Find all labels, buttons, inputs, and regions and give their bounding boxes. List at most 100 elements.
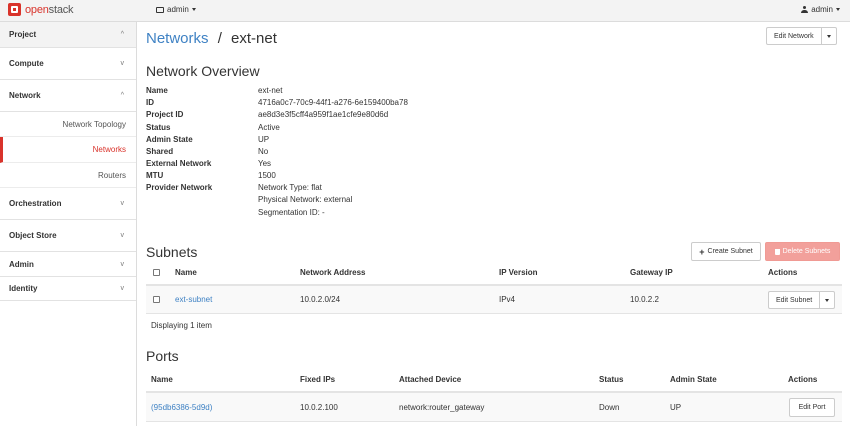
subnet-network-address: 10.0.2.0/24 — [300, 295, 341, 304]
table-row: ext-subnet 10.0.2.0/24 IPv4 10.0.2.2 Edi… — [146, 286, 842, 314]
overview-key: Status — [146, 123, 171, 132]
column-header-gateway-ip[interactable]: Gateway IP — [630, 260, 673, 284]
sidebar-section-label: Orchestration — [9, 199, 62, 208]
overview-key: Admin State — [146, 135, 193, 144]
overview-key: Name — [146, 86, 168, 95]
breadcrumb: Networks / ext-net — [146, 30, 277, 47]
brand-name: openstack — [25, 3, 74, 16]
edit-subnet-button[interactable]: Edit Subnet — [769, 292, 821, 308]
openstack-logo-icon — [8, 3, 21, 16]
sidebar-section-orchestration[interactable]: Orchestration v — [0, 188, 136, 220]
column-header-name[interactable]: Name — [175, 260, 197, 284]
column-header-attached-device[interactable]: Attached Device — [399, 367, 461, 391]
chevron-down-icon: v — [120, 260, 125, 268]
overview-key: Shared — [146, 147, 174, 156]
sidebar-item-network-topology[interactable]: Network Topology — [0, 112, 136, 137]
overview-row-admin-state: Admin State UP — [146, 135, 269, 147]
overview-value: ext-net — [258, 86, 283, 95]
overview-value: Yes — [258, 159, 272, 168]
row-checkbox[interactable] — [153, 296, 160, 303]
sidebar-item-routers[interactable]: Routers — [0, 163, 136, 188]
overview-row-id: ID 4716a0c7-70c9-44f1-a276-6e159400ba78 — [146, 98, 408, 110]
column-header-fixed-ips[interactable]: Fixed IPs — [300, 367, 335, 391]
port-admin-state: UP — [670, 402, 682, 412]
select-all-subnets-cell[interactable] — [153, 260, 160, 284]
column-header-network-address[interactable]: Network Address — [300, 260, 366, 284]
overview-value: Physical Network: external — [258, 195, 353, 204]
overview-value: UP — [258, 135, 270, 144]
sidebar-section-label: Object Store — [9, 231, 57, 240]
overview-row-provider-network: Provider Network Network Type: flat — [146, 183, 322, 195]
trash-icon — [774, 248, 780, 255]
overview-key: External Network — [146, 159, 212, 168]
sidebar-section-network[interactable]: Network ^ — [0, 80, 136, 112]
edit-network-dropdown-toggle[interactable] — [822, 28, 836, 44]
breadcrumb-networks-link[interactable]: Networks — [146, 30, 209, 47]
column-header-status[interactable]: Status — [599, 367, 623, 391]
row-select-cell[interactable] — [153, 286, 160, 313]
edit-subnet-dropdown-toggle[interactable] — [820, 292, 834, 308]
overview-value: Active — [258, 123, 280, 132]
table-row: (95db6386-5d9d) 10.0.2.100 network:route… — [146, 393, 842, 422]
column-header-actions: Actions — [788, 374, 818, 384]
ports-table-header: Name Fixed IPs Attached Device Status Ad… — [146, 367, 842, 393]
port-attached-device: network:router_gateway — [399, 402, 485, 412]
overview-value: 4716a0c7-70c9-44f1-a276-6e159400ba78 — [258, 98, 408, 107]
chevron-down-icon: v — [120, 285, 125, 292]
overview-value: ae8d3e3f5cff4a959f1ae1cfe9e80d6d — [258, 110, 389, 119]
sidebar-section-identity[interactable]: Identity v — [0, 277, 136, 301]
port-status: Down — [599, 402, 620, 412]
caret-down-icon — [191, 8, 196, 11]
chevron-down-icon: v — [120, 60, 125, 67]
edit-subnet-button-group[interactable]: Edit Subnet — [768, 291, 836, 309]
overview-key: Provider Network — [146, 183, 213, 192]
page-title: ext-net — [231, 30, 277, 47]
delete-subnets-button[interactable]: Delete Subnets — [765, 242, 840, 261]
overview-key: ID — [146, 98, 154, 107]
user-icon — [801, 6, 809, 13]
openstack-logo[interactable]: openstack — [8, 3, 74, 16]
sidebar-section-label: Network — [9, 91, 41, 100]
sidebar-section-label: Project — [9, 30, 37, 39]
subnets-item-count: Displaying 1 item — [151, 321, 212, 330]
plus-icon: + — [699, 246, 705, 257]
sidebar-section-compute[interactable]: Compute v — [0, 48, 136, 80]
overview-key: Project ID — [146, 110, 184, 119]
user-menu[interactable]: admin — [801, 5, 840, 14]
delete-subnets-label: Delete Subnets — [782, 248, 831, 255]
port-name-link[interactable]: (95db6386-5d9d) — [151, 393, 212, 421]
sidebar-section-object-store[interactable]: Object Store v — [0, 220, 136, 252]
overview-value: 1500 — [258, 171, 276, 180]
project-name: admin — [167, 5, 189, 14]
project-switcher[interactable]: admin — [156, 5, 196, 14]
overview-row-mtu: MTU 1500 — [146, 171, 276, 183]
sidebar: Project ^ Compute v Network ^ Network To… — [0, 22, 137, 426]
sidebar-section-project[interactable]: Project ^ — [0, 22, 136, 48]
overview-key — [146, 195, 258, 207]
subnet-gateway-ip: 10.0.2.2 — [630, 295, 659, 304]
subnet-name-link[interactable]: ext-subnet — [175, 286, 212, 313]
ports-heading: Ports — [146, 348, 179, 364]
edit-port-button[interactable]: Edit Port — [789, 398, 835, 417]
column-header-admin-state[interactable]: Admin State — [670, 367, 717, 391]
top-navbar: openstack admin admin — [0, 0, 850, 22]
create-subnet-button[interactable]: + Create Subnet — [691, 242, 761, 261]
chevron-up-icon: ^ — [120, 92, 124, 99]
subnets-table-header: Name Network Address IP Version Gateway … — [146, 260, 842, 286]
caret-down-icon — [826, 34, 831, 38]
overview-row-status: Status Active — [146, 123, 280, 135]
edit-network-button-group[interactable]: Edit Network — [766, 27, 837, 45]
overview-key: MTU — [146, 171, 164, 180]
column-header-ip-version[interactable]: IP Version — [499, 260, 538, 284]
network-overview-heading: Network Overview — [146, 63, 260, 79]
select-all-checkbox[interactable] — [153, 268, 160, 276]
overview-row-shared: Shared No — [146, 147, 268, 159]
caret-down-icon — [836, 8, 840, 11]
sidebar-item-networks[interactable]: Networks — [0, 137, 136, 163]
column-header-name[interactable]: Name — [151, 367, 173, 391]
sidebar-section-label: Identity — [9, 284, 38, 293]
edit-network-button[interactable]: Edit Network — [767, 28, 822, 44]
sidebar-section-admin[interactable]: Admin v — [0, 252, 136, 277]
overview-row-physical-network: Physical Network: external — [146, 195, 352, 207]
overview-key — [146, 208, 258, 220]
